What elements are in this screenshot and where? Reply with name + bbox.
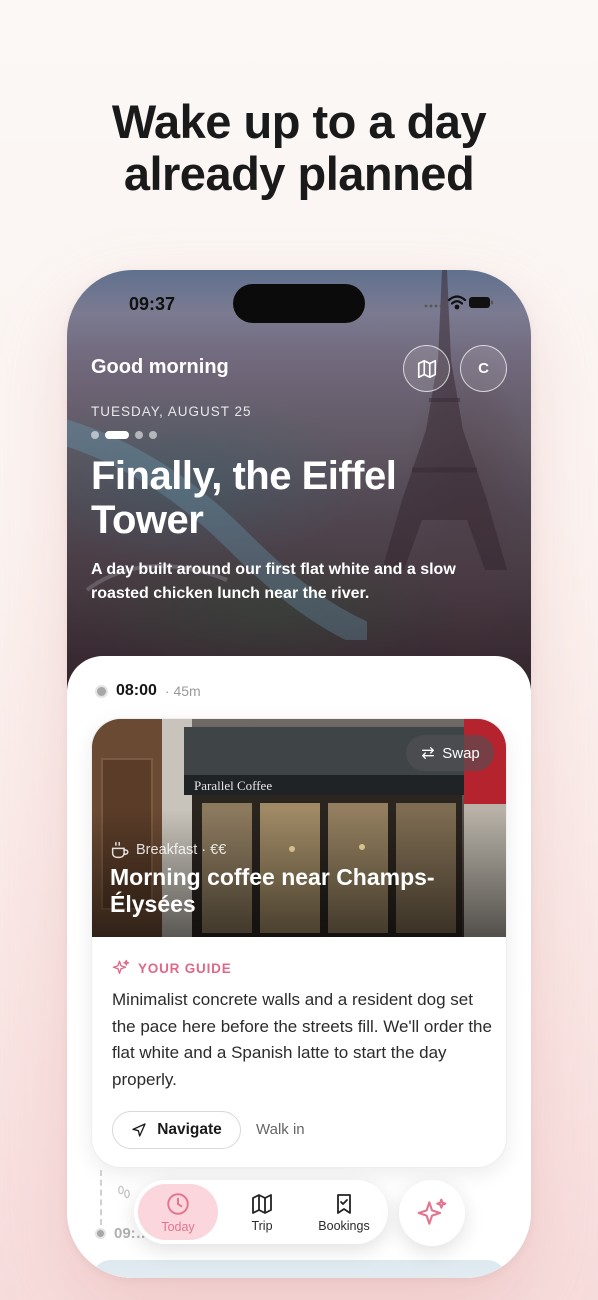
guide-label-text: YOUR GUIDE	[138, 960, 232, 976]
greeting: Good morning	[91, 356, 229, 378]
cellular-icon	[424, 304, 443, 308]
dynamic-island	[233, 284, 365, 323]
map-icon	[417, 359, 436, 378]
tab-today[interactable]: Today	[138, 1184, 218, 1240]
carousel-dot[interactable]	[135, 430, 143, 439]
itinerary-card[interactable]: Parallel Coffee Swap Breakfast · €€ Morn…	[91, 718, 507, 1168]
bookmark-icon	[337, 1193, 351, 1214]
swap-label: Swap	[442, 744, 480, 762]
time-row: 08:00 · 45m	[95, 682, 201, 700]
sparkle-icon	[417, 1198, 447, 1225]
booking-note: Walk in	[256, 1121, 305, 1138]
activity-title: Morning coffee near Champs-Élysées	[110, 864, 435, 917]
category-row: Breakfast · €€	[110, 841, 226, 859]
carousel-dot[interactable]	[149, 430, 157, 439]
item-duration: · 45m	[164, 683, 201, 699]
timeline-dot	[95, 1228, 106, 1239]
headline-line-1: Wake up to a day	[111, 95, 487, 148]
coffee-cup-icon	[111, 841, 129, 859]
wifi-icon	[447, 295, 467, 310]
status-time: 09:37	[129, 294, 176, 314]
tab-today-label: Today	[161, 1219, 195, 1234]
swap-icon	[422, 747, 435, 759]
clock-icon	[167, 1192, 189, 1215]
shop-sign: Parallel Coffee	[194, 778, 272, 793]
hero-subtitle: A day built around our first flat white …	[91, 561, 456, 602]
carousel-dots	[91, 430, 157, 439]
headline: Wake up to a day already planned	[0, 96, 598, 200]
timeline-dot	[95, 684, 108, 698]
status-icons	[424, 295, 493, 310]
next-itinerary-card[interactable]	[91, 1260, 507, 1278]
map-icon	[252, 1193, 272, 1214]
footsteps-icon	[118, 1185, 130, 1199]
headline-line-2: already planned	[123, 147, 475, 200]
profile-avatar-button[interactable]: C	[460, 345, 507, 392]
timeline-connector	[100, 1170, 102, 1225]
category-label: Breakfast · €€	[136, 842, 227, 858]
tab-trip-label: Trip	[251, 1218, 273, 1233]
carousel-dot[interactable]	[91, 430, 99, 439]
tab-bar: Today Trip Bookings	[134, 1180, 388, 1244]
map-button[interactable]	[403, 345, 450, 392]
item-time: 08:00	[116, 682, 157, 699]
hero-title: Finally, the Eiffel Tower	[91, 454, 397, 542]
guide-description: Minimalist concrete walls and a resident…	[112, 990, 492, 1089]
navigation-arrow-icon	[132, 1123, 146, 1137]
swap-button[interactable]: Swap	[406, 735, 494, 771]
navigate-button[interactable]: Navigate	[112, 1111, 241, 1149]
sparkle-icon	[112, 959, 130, 974]
guide-label: YOUR GUIDE	[112, 959, 232, 977]
carousel-dot-active[interactable]	[105, 430, 129, 439]
avatar-initial: C	[478, 360, 489, 377]
tab-trip[interactable]: Trip	[222, 1184, 302, 1240]
tab-bookings[interactable]: Bookings	[302, 1184, 386, 1240]
battery-icon	[469, 297, 493, 308]
phone-frame: 09:37 Good morning C TUESDAY, AUGUST 25 …	[67, 270, 531, 1278]
date-label: TUESDAY, AUGUST 25	[91, 404, 252, 419]
tab-bookings-label: Bookings	[318, 1218, 370, 1233]
navigate-label: Navigate	[157, 1121, 222, 1138]
ai-assistant-button[interactable]	[399, 1180, 465, 1246]
